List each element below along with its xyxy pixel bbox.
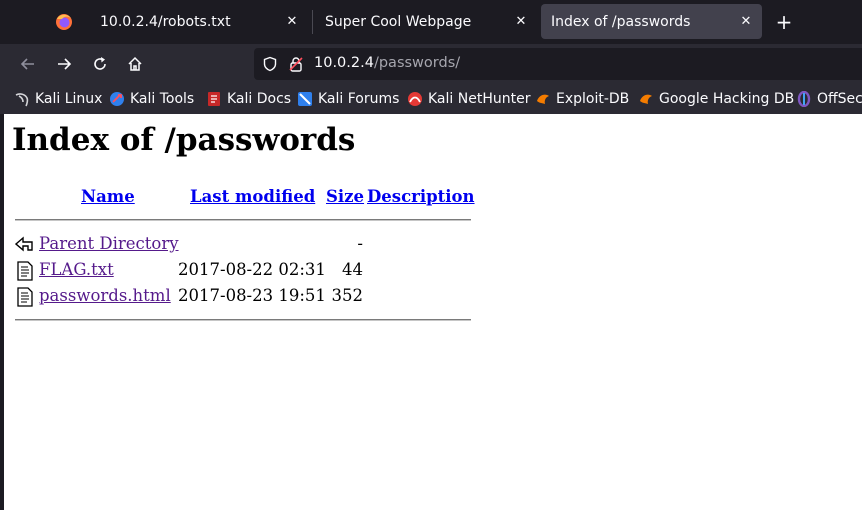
bookmark-label: Kali Tools — [130, 91, 195, 107]
table-row: Parent Directory - — [15, 234, 475, 256]
file-link-passwords-html[interactable]: passwords.html — [39, 286, 171, 305]
kali-forums-icon — [297, 91, 313, 107]
bookmark-label: Kali Linux — [35, 91, 103, 107]
file-size: 352 — [331, 286, 364, 305]
close-icon[interactable]: ✕ — [284, 13, 300, 29]
kali-docs-icon — [206, 91, 222, 107]
tab-title: 10.0.2.4/robots.txt — [100, 13, 231, 30]
divider — [15, 219, 471, 221]
bookmarks-toolbar: Kali Linux Kali Tools Kali Docs Kali For… — [0, 84, 862, 114]
bookmark-label: Kali NetHunter — [428, 91, 531, 107]
home-button[interactable] — [121, 50, 149, 78]
text-file-icon — [17, 261, 33, 281]
tab-title: Index of /passwords — [551, 13, 691, 30]
url-text[interactable]: 10.0.2.4/passwords/ — [314, 55, 460, 71]
exploit-db-icon — [535, 91, 551, 107]
kali-tools-icon — [109, 91, 125, 107]
back-arrow-icon — [20, 58, 34, 70]
divider — [15, 319, 471, 321]
back-button[interactable] — [14, 50, 42, 78]
bookmark-kali-forums[interactable]: Kali Forums — [297, 90, 399, 108]
bookmark-kali-tools[interactable]: Kali Tools — [109, 90, 194, 108]
navigation-toolbar: 10.0.2.4/passwords/ — [0, 44, 862, 84]
tab-title: Super Cool Webpage — [325, 13, 472, 30]
forward-arrow-icon — [58, 58, 72, 70]
forward-button[interactable] — [50, 50, 78, 78]
insecure-lock-icon[interactable] — [288, 56, 304, 72]
column-header-last-modified[interactable]: Last modified — [190, 187, 315, 206]
kali-nethunter-icon — [407, 91, 423, 107]
column-header-name[interactable]: Name — [81, 187, 135, 206]
tab-strip: 10.0.2.4/robots.txt ✕ Super Cool Webpage… — [0, 0, 862, 44]
bookmark-kali-docs[interactable]: Kali Docs — [206, 90, 291, 108]
bookmark-google-hacking-db[interactable]: Google Hacking DB — [638, 90, 794, 108]
close-icon[interactable]: ✕ — [513, 13, 529, 29]
text-file-icon — [17, 287, 33, 307]
tab-super-cool-webpage[interactable]: Super Cool Webpage ✕ — [315, 4, 537, 39]
ghdb-icon — [638, 91, 654, 107]
back-arrow-icon — [15, 236, 33, 252]
bookmark-label: Kali Forums — [318, 91, 400, 107]
parent-directory-link[interactable]: Parent Directory — [39, 234, 179, 253]
shield-icon[interactable] — [262, 56, 278, 72]
firefox-icon[interactable] — [40, 0, 88, 44]
bookmark-label: OffSec — [817, 91, 862, 107]
address-bar[interactable]: 10.0.2.4/passwords/ — [254, 48, 862, 80]
bookmark-offsec[interactable]: OffSec — [796, 90, 862, 108]
bookmark-label: Google Hacking DB — [659, 91, 795, 107]
kali-dragon-icon — [14, 91, 30, 107]
reload-icon — [94, 57, 106, 70]
last-modified: 2017-08-22 02:31 — [178, 260, 326, 279]
new-tab-button[interactable]: + — [770, 8, 798, 36]
tab-separator — [312, 10, 313, 34]
tab-robots[interactable]: 10.0.2.4/robots.txt ✕ — [90, 4, 308, 39]
column-header-description[interactable]: Description — [367, 187, 475, 206]
close-icon[interactable]: ✕ — [738, 13, 754, 29]
table-row: FLAG.txt 2017-08-22 02:31 44 — [15, 260, 475, 282]
url-path: /passwords/ — [373, 55, 461, 71]
file-size: 44 — [342, 260, 363, 279]
file-size: - — [357, 234, 363, 253]
bookmark-kali-linux[interactable]: Kali Linux — [14, 90, 102, 108]
tab-index-of-passwords[interactable]: Index of /passwords ✕ — [541, 4, 762, 39]
page-title: Index of /passwords — [12, 122, 356, 158]
last-modified: 2017-08-23 19:51 — [178, 286, 326, 305]
home-icon — [128, 56, 142, 71]
page-content: Index of /passwords Name Last modified S… — [4, 114, 862, 510]
bookmark-label: Exploit-DB — [556, 91, 630, 107]
bookmark-label: Kali Docs — [227, 91, 292, 107]
reload-button[interactable] — [86, 50, 114, 78]
column-header-size[interactable]: Size — [326, 187, 364, 206]
offsec-icon — [796, 91, 812, 107]
url-host: 10.0.2.4 — [314, 55, 374, 71]
bookmark-kali-nethunter[interactable]: Kali NetHunter — [407, 90, 530, 108]
file-link-flag-txt[interactable]: FLAG.txt — [39, 260, 114, 279]
table-row: passwords.html 2017-08-23 19:51 352 — [15, 286, 475, 308]
bookmark-exploit-db[interactable]: Exploit-DB — [535, 90, 629, 108]
